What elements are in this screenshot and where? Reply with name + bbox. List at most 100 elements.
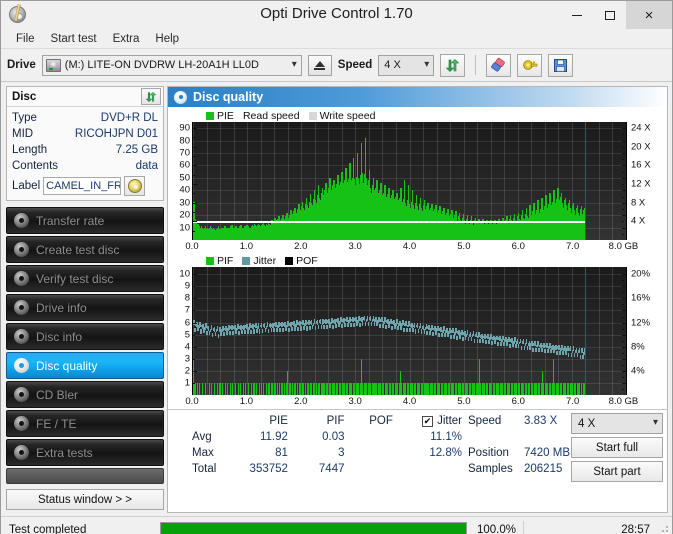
axis-tick-label: 6 xyxy=(184,317,190,329)
settings-button[interactable] xyxy=(517,53,543,77)
pie-plot-area[interactable] xyxy=(192,122,627,240)
legend-label: Read speed xyxy=(242,109,300,122)
axis-tick-label: 2.0 xyxy=(294,396,308,407)
disc-label-input[interactable]: CAMEL_IN_FR( xyxy=(43,177,122,195)
sidebar-item-drive-info[interactable]: Drive info xyxy=(6,294,164,321)
axis-tick-label: 8 xyxy=(184,292,190,304)
axis-tick-label: 60 xyxy=(179,159,190,171)
axis-tick-label: 0.0 xyxy=(185,241,199,252)
save-button[interactable] xyxy=(548,53,574,77)
column-header-pie: PIE xyxy=(269,415,288,427)
maximize-button[interactable] xyxy=(593,1,626,29)
menu-item-extra[interactable]: Extra xyxy=(106,31,147,47)
chevron-down-icon: ▾ xyxy=(652,417,658,428)
sidebar-item-label: Drive info xyxy=(36,300,87,315)
stats-row-label: Max xyxy=(192,447,214,459)
sidebar-item-create-test-disc[interactable]: Create test disc xyxy=(6,236,164,263)
disc-info-icon xyxy=(14,329,29,344)
disc-label-button[interactable] xyxy=(124,176,146,196)
axis-tick-label: 3 xyxy=(184,353,190,365)
sidebar-item-disc-quality[interactable]: Disc quality xyxy=(6,352,164,379)
disc-row-length-key: Length xyxy=(12,144,48,156)
stats-max-pof xyxy=(351,445,399,461)
pie-x-axis: 0.0 1.0 2.0 3.0 4.0 5.0 6.0 7.0 8.0 GB xyxy=(185,240,638,254)
sidebar-item-transfer-rate[interactable]: Transfer rate xyxy=(6,207,164,234)
axis-tick-label: 30 xyxy=(179,197,190,209)
axis-tick-label: 3.0 xyxy=(348,396,362,407)
progress-bar xyxy=(160,522,467,534)
drive-select[interactable]: (M:) LITE-ON DVDRW LH-20A1H LL0D ▾ xyxy=(41,54,302,76)
column-header-jitter: ✔ Jitter xyxy=(399,413,468,429)
sidebar-item-disc-info[interactable]: Disc info xyxy=(6,323,164,350)
menu-item-file[interactable]: File xyxy=(9,31,42,47)
stats-row-label: Total xyxy=(192,463,217,475)
axis-tick-label: 4% xyxy=(631,365,645,377)
menu-item-help[interactable]: Help xyxy=(148,31,186,47)
pif-plot-area[interactable] xyxy=(192,267,627,395)
drive-toolbar: Drive (M:) LITE-ON DVDRW LH-20A1H LL0D ▾… xyxy=(1,49,672,82)
disc-row-mid-key: MID xyxy=(12,128,34,140)
pif-plot-row: 1 2 3 4 5 6 7 8 9 10 4% 8% 12% 16% 20% xyxy=(168,267,667,395)
disc-create-icon xyxy=(14,242,29,257)
sidebar-item-label: Disc quality xyxy=(36,358,98,373)
plug-settings-icon xyxy=(522,59,538,70)
table-row: Max 81 3 12.8% xyxy=(190,445,468,461)
legend-swatch xyxy=(285,256,294,265)
axis-tick-label: 6.0 xyxy=(511,241,525,252)
cd-disc-icon xyxy=(127,179,142,193)
sidebar-item-fe-te[interactable]: FE / TE xyxy=(6,410,164,437)
pie-y-axis: 10 20 30 40 50 60 70 80 90 xyxy=(168,122,192,240)
run-stat-samples: Samples 206215 xyxy=(468,461,571,477)
refresh-button[interactable] xyxy=(440,53,466,77)
run-stat-speed: Speed 3.83 X xyxy=(468,413,571,429)
sidebar-item-cd-bler[interactable]: CD Bler xyxy=(6,381,164,408)
sidebar-item-label: CD Bler xyxy=(36,387,79,402)
title-bar: Opti Drive Control 1.70 × xyxy=(1,1,672,29)
erase-button[interactable] xyxy=(486,53,512,77)
run-stat-spacer xyxy=(468,429,571,445)
disc-row-contents: Contents data xyxy=(12,158,158,174)
menu-bar: File Start test Extra Help xyxy=(1,29,672,49)
disc-row-length-value: 7.25 GB xyxy=(115,144,158,156)
sidebar-item-label: Create test disc xyxy=(36,242,120,257)
axis-tick-label: 4.0 xyxy=(402,241,417,252)
axis-tick-label: 12% xyxy=(631,317,651,329)
eject-button[interactable] xyxy=(307,54,332,76)
axis-tick-label: 8% xyxy=(631,341,645,353)
disc-row-type: Type DVD+R DL xyxy=(12,110,158,126)
legend-entry-jitter: Jitter xyxy=(242,255,276,267)
resize-grip-icon[interactable] xyxy=(656,524,668,534)
run-controls: 4 X ▾ Start full Start part xyxy=(571,413,663,482)
test-speed-value: 4 X xyxy=(578,417,596,430)
jitter-checkbox[interactable]: ✔ xyxy=(422,415,434,427)
disc-drive-icon xyxy=(14,300,29,315)
disc-verify-icon xyxy=(14,271,29,286)
disc-quality-icon xyxy=(174,90,187,104)
disc-panel-header: Disc xyxy=(7,87,163,107)
status-window-button[interactable]: Status window > > xyxy=(6,489,164,510)
disc-row-mid-value: RICOHJPN D01 xyxy=(74,128,158,140)
test-nav-list: Transfer rate Create test disc Verify te… xyxy=(6,207,164,510)
optical-drive-icon xyxy=(45,58,61,72)
axis-tick-label: 50 xyxy=(179,172,190,184)
axis-tick-label: 5.0 xyxy=(457,241,471,252)
start-full-button[interactable]: Start full xyxy=(571,437,663,458)
start-part-button[interactable]: Start part xyxy=(571,461,663,482)
run-stat-speed-key: Speed xyxy=(468,415,502,427)
pie-chart-legend: PIE Read speed Write speed xyxy=(168,109,667,122)
disc-refresh-button[interactable] xyxy=(141,88,161,105)
test-speed-select[interactable]: 4 X ▾ xyxy=(571,413,663,434)
legend-entry-pie: PIE xyxy=(206,110,234,122)
close-button[interactable]: × xyxy=(626,1,672,29)
menu-item-start-test[interactable]: Start test xyxy=(44,31,104,47)
stats-total-jitter xyxy=(399,461,468,477)
stats-avg-jitter: 11.1% xyxy=(430,431,462,443)
speed-select[interactable]: 4 X ▾ xyxy=(378,54,435,76)
sidebar-item-verify-test-disc[interactable]: Verify test disc xyxy=(6,265,164,292)
sidebar-item-extra-tests[interactable]: Extra tests xyxy=(6,439,164,466)
refresh-icon xyxy=(446,58,460,72)
minimize-button[interactable] xyxy=(560,1,593,29)
legend-label: PIF xyxy=(217,254,234,267)
pif-cursor-line xyxy=(585,267,587,395)
eraser-icon xyxy=(491,57,506,72)
